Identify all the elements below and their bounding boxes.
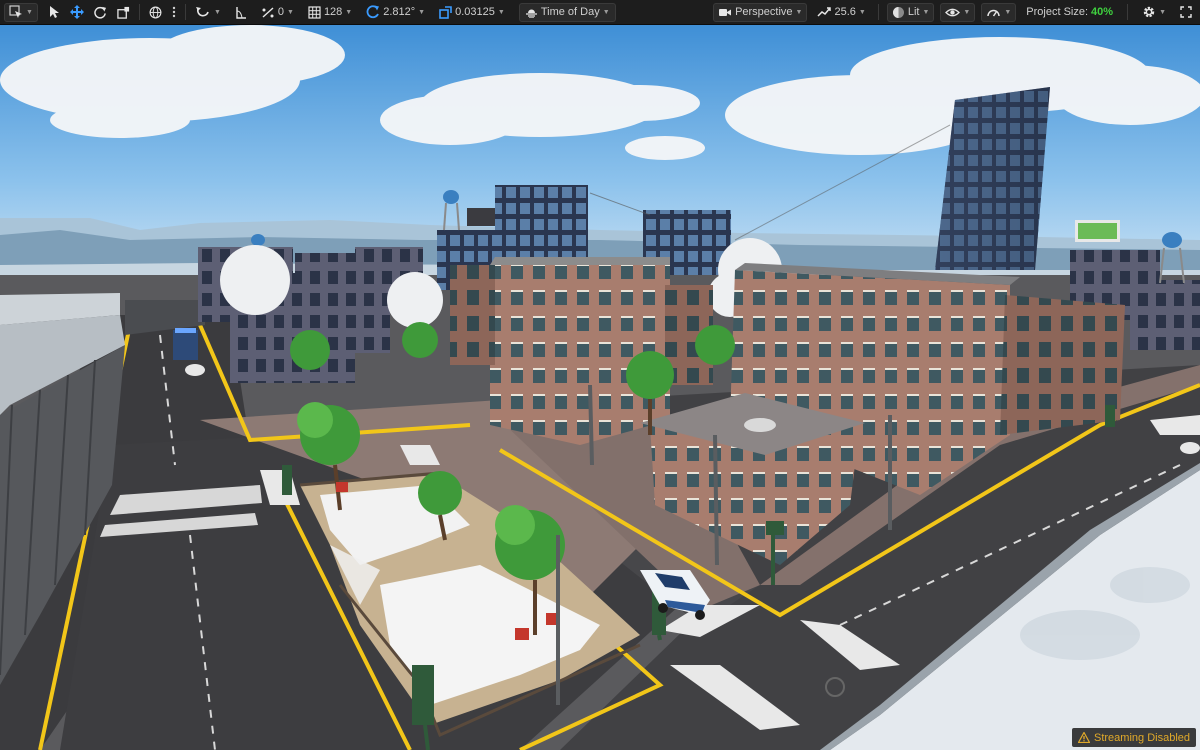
chevron-down-icon: ▼: [287, 8, 294, 16]
toolbar-divider: [877, 4, 879, 20]
snap-angle-value: 0: [277, 6, 284, 18]
level-viewport[interactable]: Streaming Disabled: [0, 25, 1200, 750]
surface-snapping-button[interactable]: ▼: [191, 3, 225, 22]
eye-icon: [945, 8, 961, 16]
lit-sphere-icon: [892, 6, 904, 18]
viewport-settings-dropdown[interactable]: ▼: [1138, 3, 1170, 22]
snap-distance-dropdown[interactable]: 0 ▼: [257, 3, 298, 22]
snap-distance-icon: [262, 6, 274, 18]
chevron-down-icon: ▼: [26, 8, 33, 16]
rotation-snap-icon: [366, 5, 380, 19]
cursor-icon: [49, 6, 59, 18]
toolbar-divider: [1127, 4, 1129, 20]
maximize-icon: [1180, 6, 1192, 18]
camera-speed-dropdown[interactable]: 25.6 ▼: [813, 3, 869, 22]
rotation-snap-dropdown[interactable]: 2.812° ▼: [362, 3, 429, 22]
scale-icon: [117, 6, 130, 19]
warning-icon: [1078, 732, 1090, 743]
scale-snap-dropdown[interactable]: 0.03125 ▼: [435, 3, 509, 22]
chevron-down-icon: ▼: [602, 8, 610, 16]
chevron-down-icon: ▼: [795, 8, 803, 16]
camera-speed-value: 25.6: [834, 6, 856, 18]
rotate-icon: [94, 6, 107, 19]
performance-scalability-dropdown[interactable]: ▼: [981, 2, 1017, 22]
toolbar-divider: [184, 4, 186, 20]
perspective-dropdown[interactable]: Perspective ▼: [713, 2, 808, 22]
view-mode-lit-dropdown[interactable]: Lit ▼: [886, 2, 935, 22]
time-of-day-dropdown[interactable]: Time of Day ▼: [518, 2, 616, 22]
time-of-day-label: Time of Day: [540, 6, 600, 18]
scale-snap-icon: [439, 5, 452, 19]
show-flags-dropdown[interactable]: ▼: [940, 2, 976, 22]
project-size-readout: Project Size: 40%: [1022, 3, 1117, 22]
video-camera-icon: [719, 8, 732, 16]
toolbar-divider: [138, 4, 140, 20]
viewport-toolbar: ▼ ▼ 0 ▼ 128 ▼ 2.812° ▼ 0.03125 ▼ Time of…: [0, 0, 1200, 25]
select-mode-dropdown[interactable]: ▼: [4, 2, 38, 22]
city-scene-render[interactable]: [0, 25, 1200, 750]
project-size-label: Project Size:: [1026, 6, 1089, 18]
chevron-down-icon: ▼: [213, 8, 221, 16]
streaming-status-label: Streaming Disabled: [1094, 731, 1190, 744]
snap-angle-button[interactable]: [231, 3, 251, 22]
chevron-down-icon: ▼: [1004, 8, 1012, 16]
chevron-down-icon: ▼: [345, 8, 353, 16]
scale-snap-value: 0.03125: [455, 6, 495, 18]
snap-surface-icon: [195, 7, 209, 17]
perspective-label: Perspective: [735, 6, 793, 18]
rotate-tool-button[interactable]: [90, 3, 111, 22]
streaming-disabled-badge[interactable]: Streaming Disabled: [1072, 728, 1196, 747]
chevron-down-icon: ▼: [497, 8, 505, 16]
translate-tool-button[interactable]: [66, 3, 88, 22]
kebab-icon: [172, 6, 176, 18]
grid-size-value: 128: [323, 6, 343, 18]
chevron-down-icon: ▼: [418, 8, 426, 16]
globe-icon: [149, 6, 162, 18]
sunrise-icon: [525, 9, 537, 18]
chevron-down-icon: ▼: [922, 8, 930, 16]
more-options-button[interactable]: [168, 3, 180, 22]
coordinate-system-button[interactable]: [145, 3, 166, 22]
grid-icon: [308, 5, 321, 19]
chevron-down-icon: ▼: [1159, 8, 1166, 16]
scale-tool-button[interactable]: [113, 3, 134, 22]
chevron-down-icon: ▼: [858, 8, 866, 16]
grid-snap-dropdown[interactable]: 128 ▼: [304, 3, 356, 22]
project-size-value: 40%: [1091, 6, 1114, 18]
chevron-down-icon: ▼: [963, 8, 971, 16]
gear-icon: [1143, 6, 1155, 18]
angle-snap-icon: [236, 6, 246, 19]
lit-label: Lit: [907, 6, 920, 18]
rotation-snap-value: 2.812°: [383, 6, 416, 18]
maximize-viewport-button[interactable]: [1176, 3, 1196, 22]
move-icon: [69, 5, 84, 19]
camera-speed-icon: [817, 7, 832, 17]
select-mode-icon: [9, 5, 22, 18]
select-tool-button[interactable]: [44, 3, 64, 22]
gauge-icon: [987, 9, 1001, 17]
